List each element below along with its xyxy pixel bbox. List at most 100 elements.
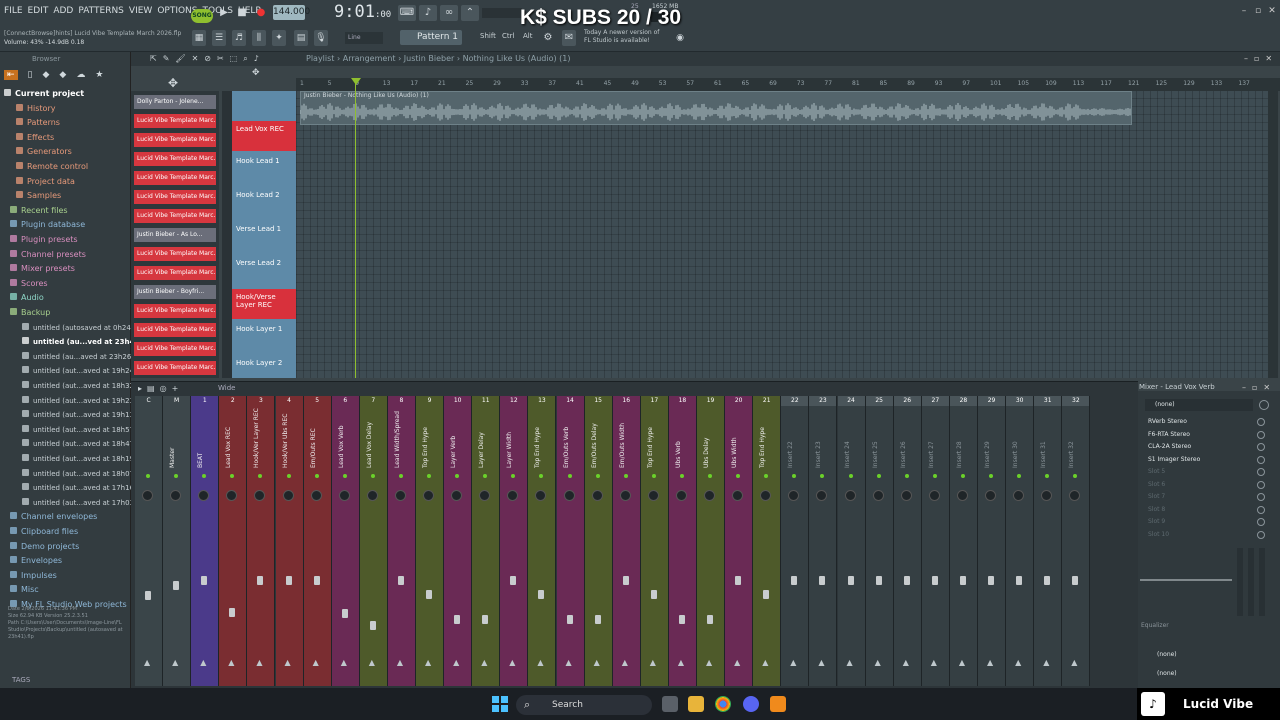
mixer-strip[interactable]: 4 Hook/Ver Ubs REC ▲ (275, 396, 304, 686)
pan-knob[interactable] (900, 490, 912, 501)
browser-item[interactable]: Samples (16, 190, 61, 202)
playlist-scrollbar[interactable] (1268, 91, 1278, 378)
typing-keyboard-icon[interactable]: ⌨ (398, 5, 416, 21)
strip-active-led[interactable] (567, 474, 572, 478)
pan-knob[interactable] (423, 490, 434, 501)
volume-fader[interactable] (903, 576, 910, 585)
pan-knob[interactable] (844, 490, 856, 501)
volume-fader[interactable] (959, 576, 966, 585)
route-arrow-icon[interactable]: ▲ (397, 658, 403, 667)
mixer-strip[interactable]: M Master ▲ (163, 396, 192, 686)
browser-item[interactable]: untitled (au...ved at 23h41) (22, 336, 142, 348)
tempo-display[interactable]: 144.000 (273, 5, 310, 20)
mixer-strip[interactable]: 10 Layer Verb ▲ (444, 396, 473, 686)
menu-item[interactable]: ADD (53, 6, 73, 16)
clip-source-item[interactable]: Lucid Vibe Template Marc... (134, 323, 216, 337)
browser-files-icon[interactable]: ▯ (28, 70, 33, 80)
strip-active-led[interactable] (595, 474, 600, 478)
volume-fader[interactable] (707, 615, 713, 624)
route-arrow-icon[interactable]: ▲ (847, 658, 853, 667)
clip-source-item[interactable]: Lucid Vibe Template Marc... (134, 266, 216, 280)
minimize-icon[interactable]: – (1244, 54, 1248, 63)
clip-source-item[interactable]: Lucid Vibe Template Marc... (134, 342, 216, 356)
mixer-strip[interactable]: 14 Em/Outs Verb ▲ (556, 396, 585, 686)
clip-source-item[interactable]: Dolly Parton - Jolene... (134, 95, 216, 109)
slot-enable-icon[interactable] (1257, 418, 1265, 426)
browser-item[interactable]: untitled (aut...aved at 18h57) (22, 424, 137, 436)
volume-fader[interactable] (622, 576, 629, 585)
pan-knob[interactable] (647, 490, 659, 501)
strip-active-led[interactable] (202, 474, 207, 478)
browser-item[interactable]: History (16, 103, 55, 115)
route-arrow-icon[interactable]: ▲ (481, 658, 487, 667)
browser-item[interactable]: Envelopes (10, 555, 62, 567)
browser-cloud-icon[interactable]: ☁ (76, 70, 85, 80)
browser-item[interactable]: Plugin database (10, 219, 85, 231)
mixer-strip[interactable]: 26 Insert 26 ▲ (893, 396, 922, 686)
mixer-strip[interactable]: 20 Ubs Width ▲ (725, 396, 754, 686)
mixer-strip[interactable]: 12 Layer Width ▲ (500, 396, 529, 686)
strip-active-led[interactable] (848, 474, 853, 478)
strip-active-led[interactable] (370, 474, 375, 478)
route-arrow-icon[interactable]: ▲ (285, 658, 291, 667)
route-arrow-icon[interactable]: ▲ (594, 658, 600, 667)
mute-icon[interactable]: ⊘ (204, 54, 211, 64)
browser-item[interactable]: Patterns (16, 117, 60, 129)
mixer-strip[interactable]: 25 Insert 25 ▲ (865, 396, 894, 686)
update-notice[interactable]: Today A newer version of FL Studio is ava… (584, 29, 659, 45)
output-selector-2[interactable]: (none) (1157, 670, 1177, 677)
volume-fader[interactable] (482, 615, 489, 624)
mixer-view-icon[interactable]: ⫼ (252, 30, 266, 46)
volume-fader[interactable] (847, 576, 854, 585)
browser-item[interactable]: untitled (aut...aved at 18h32) (22, 380, 137, 392)
effect-slot[interactable]: S1 Imager Stereo (1148, 455, 1263, 465)
browser-item[interactable]: Scores (10, 278, 48, 290)
browser-view-icon[interactable]: ▤ (294, 30, 308, 46)
pan-knob[interactable] (479, 490, 491, 501)
mixer-strip[interactable]: 30 Insert 30 ▲ (1006, 396, 1035, 686)
browser-item[interactable]: untitled (aut...aved at 18h07) (22, 468, 137, 480)
strip-active-led[interactable] (623, 474, 628, 478)
browser-plugins-icon[interactable]: ◆ (59, 70, 66, 80)
pan-knob[interactable] (226, 490, 238, 501)
strip-active-led[interactable] (960, 474, 965, 478)
piano-roll-icon[interactable]: ♬ (232, 30, 246, 46)
strip-active-led[interactable] (174, 474, 179, 478)
channel-rack-icon[interactable]: ☰ (212, 30, 226, 46)
route-arrow-icon[interactable]: ▲ (762, 658, 768, 667)
playlist-grid[interactable] (296, 91, 1276, 378)
clip-source-item[interactable]: Lucid Vibe Template Marc... (134, 304, 216, 318)
volume-fader[interactable] (678, 615, 685, 624)
strip-active-led[interactable] (989, 474, 993, 478)
pan-knob[interactable] (310, 490, 322, 501)
volume-fader[interactable] (285, 576, 292, 585)
pan-knob[interactable] (198, 490, 210, 501)
mixer-strip[interactable]: 16 Em/Outs Width ▲ (612, 396, 641, 686)
clip-source-item[interactable]: Lucid Vibe Template Marc... (134, 152, 216, 166)
mixer-strip[interactable]: 13 Top End Hype ▲ (528, 396, 557, 686)
browser-item[interactable]: Misc (10, 584, 39, 596)
plugin-picker-icon[interactable]: ✦ (272, 30, 286, 46)
pan-knob[interactable] (170, 490, 182, 501)
browser-item[interactable]: Audio (10, 292, 44, 304)
pan-knob[interactable] (816, 490, 828, 501)
eq-slider-low[interactable] (1237, 548, 1243, 616)
pan-knob[interactable] (563, 490, 575, 501)
mixer-view-icon[interactable]: ▤ (147, 384, 155, 393)
volume-fader[interactable] (650, 590, 657, 599)
pan-knob[interactable] (254, 490, 266, 501)
playhead-marker-icon[interactable] (351, 78, 361, 85)
mixer-strip[interactable]: 19 Ubs Delay ▲ (697, 396, 726, 686)
strip-active-led[interactable] (342, 474, 347, 478)
strip-active-led[interactable] (904, 474, 909, 478)
pan-knob[interactable] (1013, 490, 1025, 501)
record-button[interactable]: ● (253, 5, 269, 21)
strip-active-led[interactable] (679, 474, 684, 478)
mixer-strip[interactable]: 21 Top End Hype ▲ (753, 396, 782, 686)
clip-source-item[interactable]: Justin Bieber - Boyfri... (134, 285, 216, 299)
strip-active-led[interactable] (876, 474, 881, 478)
task-view-icon[interactable] (662, 696, 678, 712)
track-header[interactable]: Verse Lead 2 (232, 255, 296, 287)
browser-item[interactable]: untitled (aut...aved at 19h13) (22, 409, 137, 421)
browser-item[interactable]: untitled (aut...aved at 17h16) (22, 482, 137, 494)
